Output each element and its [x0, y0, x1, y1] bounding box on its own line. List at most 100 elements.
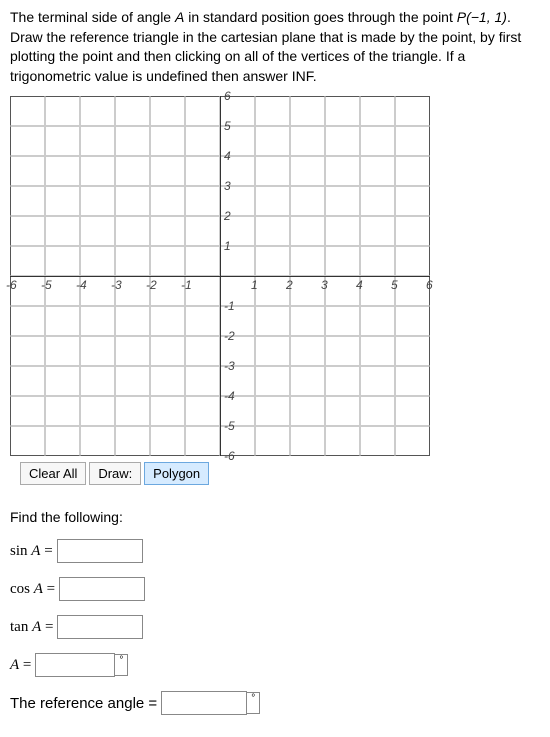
grid-cell[interactable] — [395, 276, 430, 306]
grid-cell[interactable] — [360, 216, 395, 246]
grid-cell[interactable] — [45, 396, 80, 426]
grid-cell[interactable] — [10, 396, 45, 426]
grid-cell[interactable] — [80, 126, 115, 156]
grid-cell[interactable] — [255, 336, 290, 366]
grid-cell[interactable] — [360, 336, 395, 366]
grid-cell[interactable] — [10, 306, 45, 336]
grid-cell[interactable] — [80, 156, 115, 186]
grid-cell[interactable] — [290, 396, 325, 426]
grid-cell[interactable] — [395, 306, 430, 336]
grid-cell[interactable] — [360, 426, 395, 456]
grid-cell[interactable] — [290, 156, 325, 186]
grid-cell[interactable] — [325, 246, 360, 276]
grid-cell[interactable] — [395, 186, 430, 216]
grid-cell[interactable] — [115, 96, 150, 126]
grid-cell[interactable] — [10, 246, 45, 276]
grid-cell[interactable] — [10, 186, 45, 216]
graph-area[interactable]: -6-5-4-3-2-1123456-6-5-4-3-2-1123456 — [0, 96, 540, 456]
grid-cell[interactable] — [255, 126, 290, 156]
grid-cell[interactable] — [115, 426, 150, 456]
grid-cell[interactable] — [325, 96, 360, 126]
grid-cell[interactable] — [45, 426, 80, 456]
grid-cell[interactable] — [115, 336, 150, 366]
grid-cell[interactable] — [395, 216, 430, 246]
grid-cell[interactable] — [80, 216, 115, 246]
grid-cell[interactable] — [150, 426, 185, 456]
grid-cell[interactable] — [150, 366, 185, 396]
grid-cell[interactable] — [45, 126, 80, 156]
grid-cell[interactable] — [255, 216, 290, 246]
draw-label-button[interactable]: Draw: — [89, 462, 141, 485]
grid-cell[interactable] — [10, 216, 45, 246]
grid-cell[interactable] — [45, 306, 80, 336]
grid-cell[interactable] — [150, 156, 185, 186]
grid-cell[interactable] — [150, 96, 185, 126]
grid-cell[interactable] — [185, 246, 220, 276]
grid-cell[interactable] — [255, 366, 290, 396]
grid-cell[interactable] — [360, 186, 395, 216]
grid-cell[interactable] — [395, 96, 430, 126]
grid-cell[interactable] — [185, 156, 220, 186]
grid-cell[interactable] — [360, 276, 395, 306]
grid-cell[interactable] — [325, 336, 360, 366]
grid-cell[interactable] — [115, 396, 150, 426]
grid-cell[interactable] — [115, 126, 150, 156]
grid-cell[interactable] — [45, 336, 80, 366]
grid-cell[interactable] — [290, 96, 325, 126]
grid-cell[interactable] — [290, 336, 325, 366]
grid-cell[interactable] — [150, 336, 185, 366]
grid-cell[interactable] — [360, 96, 395, 126]
grid-cell[interactable] — [325, 306, 360, 336]
grid-cell[interactable] — [10, 336, 45, 366]
grid-cell[interactable] — [255, 306, 290, 336]
grid-cell[interactable] — [325, 216, 360, 246]
grid-cell[interactable] — [80, 96, 115, 126]
grid-cell[interactable] — [185, 306, 220, 336]
A-input[interactable] — [35, 653, 115, 677]
grid-cell[interactable] — [45, 216, 80, 246]
grid-cell[interactable] — [115, 156, 150, 186]
grid-cell[interactable] — [115, 306, 150, 336]
clear-all-button[interactable]: Clear All — [20, 462, 86, 485]
grid-cell[interactable] — [290, 186, 325, 216]
sinA-input[interactable] — [57, 539, 143, 563]
grid-cell[interactable] — [80, 396, 115, 426]
grid-cell[interactable] — [360, 396, 395, 426]
grid-cell[interactable] — [80, 336, 115, 366]
grid-cell[interactable] — [185, 216, 220, 246]
grid-cell[interactable] — [325, 396, 360, 426]
grid-cell[interactable] — [325, 156, 360, 186]
grid-cell[interactable] — [80, 246, 115, 276]
grid-cell[interactable] — [360, 366, 395, 396]
grid-cell[interactable] — [115, 186, 150, 216]
grid-cell[interactable] — [150, 396, 185, 426]
grid-cell[interactable] — [395, 366, 430, 396]
grid-cell[interactable] — [395, 396, 430, 426]
grid-cell[interactable] — [45, 186, 80, 216]
grid-cell[interactable] — [290, 306, 325, 336]
grid-cell[interactable] — [325, 126, 360, 156]
grid-cell[interactable] — [10, 126, 45, 156]
grid-cell[interactable] — [10, 366, 45, 396]
grid-cell[interactable] — [290, 366, 325, 396]
grid-cell[interactable] — [290, 426, 325, 456]
grid-cell[interactable] — [45, 246, 80, 276]
grid-cell[interactable] — [360, 306, 395, 336]
grid-cell[interactable] — [10, 96, 45, 126]
grid-cell[interactable] — [185, 366, 220, 396]
grid-cell[interactable] — [45, 96, 80, 126]
grid-cell[interactable] — [255, 426, 290, 456]
grid-cell[interactable] — [80, 186, 115, 216]
refangle-input[interactable] — [161, 691, 247, 715]
polygon-button[interactable]: Polygon — [144, 462, 209, 485]
grid-cell[interactable] — [325, 366, 360, 396]
grid-cell[interactable] — [325, 276, 360, 306]
grid-cell[interactable] — [80, 306, 115, 336]
grid-cell[interactable] — [185, 186, 220, 216]
grid-cell[interactable] — [150, 306, 185, 336]
grid-cell[interactable] — [150, 216, 185, 246]
grid-cell[interactable] — [255, 246, 290, 276]
grid-cell[interactable] — [115, 366, 150, 396]
grid-cell[interactable] — [255, 96, 290, 126]
grid-cell[interactable] — [45, 366, 80, 396]
